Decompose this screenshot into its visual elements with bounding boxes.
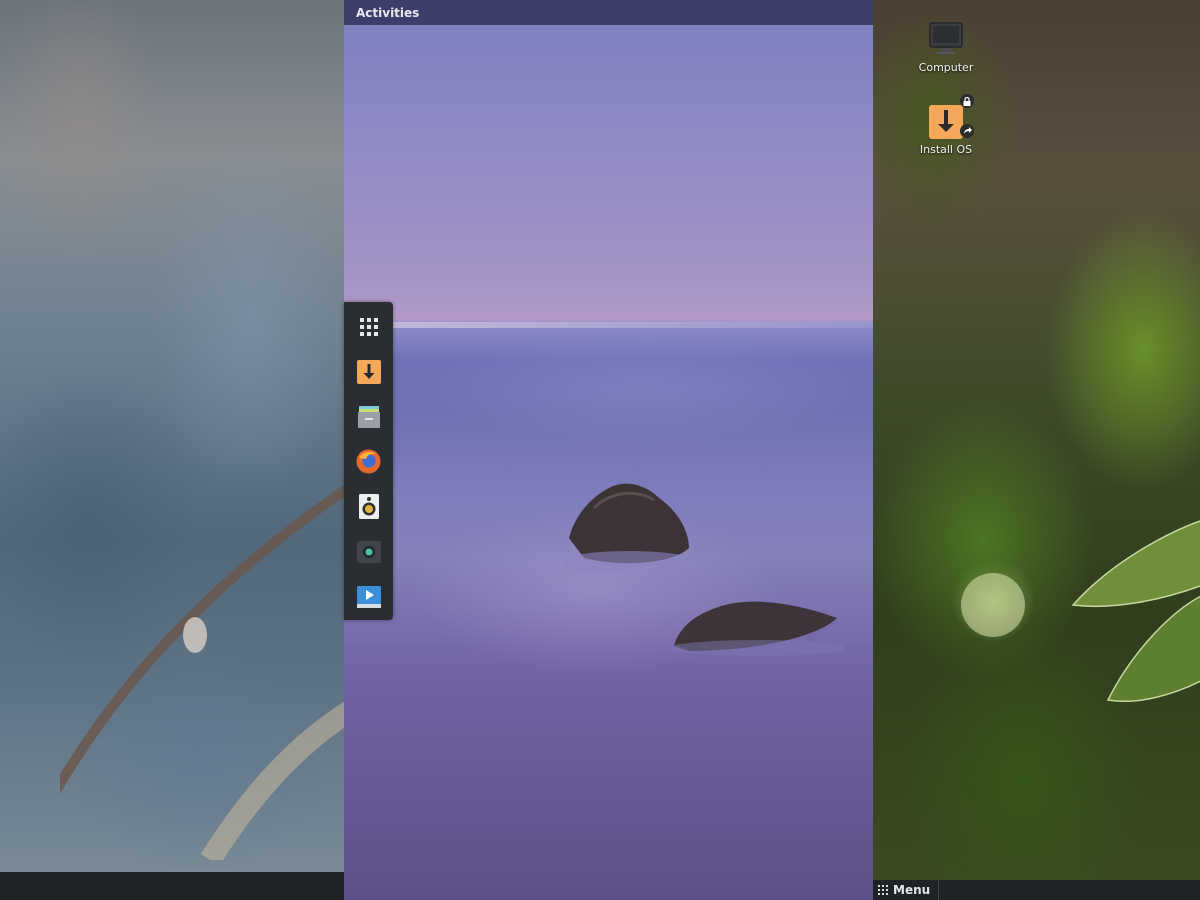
firefox-icon (356, 449, 381, 474)
dock-item-videos[interactable] (356, 584, 381, 609)
video-player-icon (356, 585, 381, 608)
dock-item-firefox[interactable] (356, 449, 381, 474)
rock-large (564, 483, 694, 573)
desktop-icon-label: Install OS (919, 143, 973, 156)
dock-item-show-applications[interactable] (356, 314, 381, 339)
dock-item-rhythmbox[interactable] (356, 494, 381, 519)
branch-decoration (60, 484, 344, 860)
lock-emblem-icon (960, 94, 974, 108)
install-os-icon (929, 105, 963, 139)
workspace-preview[interactable]: Activities (344, 0, 873, 900)
menu-label: Menu (893, 883, 931, 897)
bottom-panel: Menu (873, 880, 1200, 900)
camera-icon (356, 540, 381, 563)
desktop-icon-label: Computer (918, 61, 974, 74)
right-wallpaper: Computer Install OS (873, 0, 1200, 880)
dock-item-install-os[interactable] (356, 359, 381, 384)
desktop-icon-install-os[interactable]: Install OS (906, 94, 986, 156)
computer-icon (929, 22, 963, 54)
top-bar: Activities (344, 0, 873, 25)
rock-small (669, 601, 844, 656)
left-bottom-panel (0, 872, 344, 900)
speaker-icon (358, 494, 379, 519)
file-manager-icon (357, 405, 380, 428)
desktop-icon-computer[interactable]: Computer (906, 22, 986, 74)
horizon-glow (344, 322, 873, 328)
app-grid-icon (359, 317, 378, 336)
menu-button[interactable]: Menu (873, 880, 940, 900)
activities-button[interactable]: Activities (344, 6, 419, 20)
symlink-emblem-icon (960, 124, 974, 138)
menu-grid-icon (878, 885, 888, 895)
install-os-icon (356, 359, 381, 384)
dock-item-files[interactable] (356, 404, 381, 429)
dock-item-screenshot[interactable] (356, 539, 381, 564)
dash-dock (344, 302, 393, 620)
left-wallpaper (0, 0, 344, 872)
